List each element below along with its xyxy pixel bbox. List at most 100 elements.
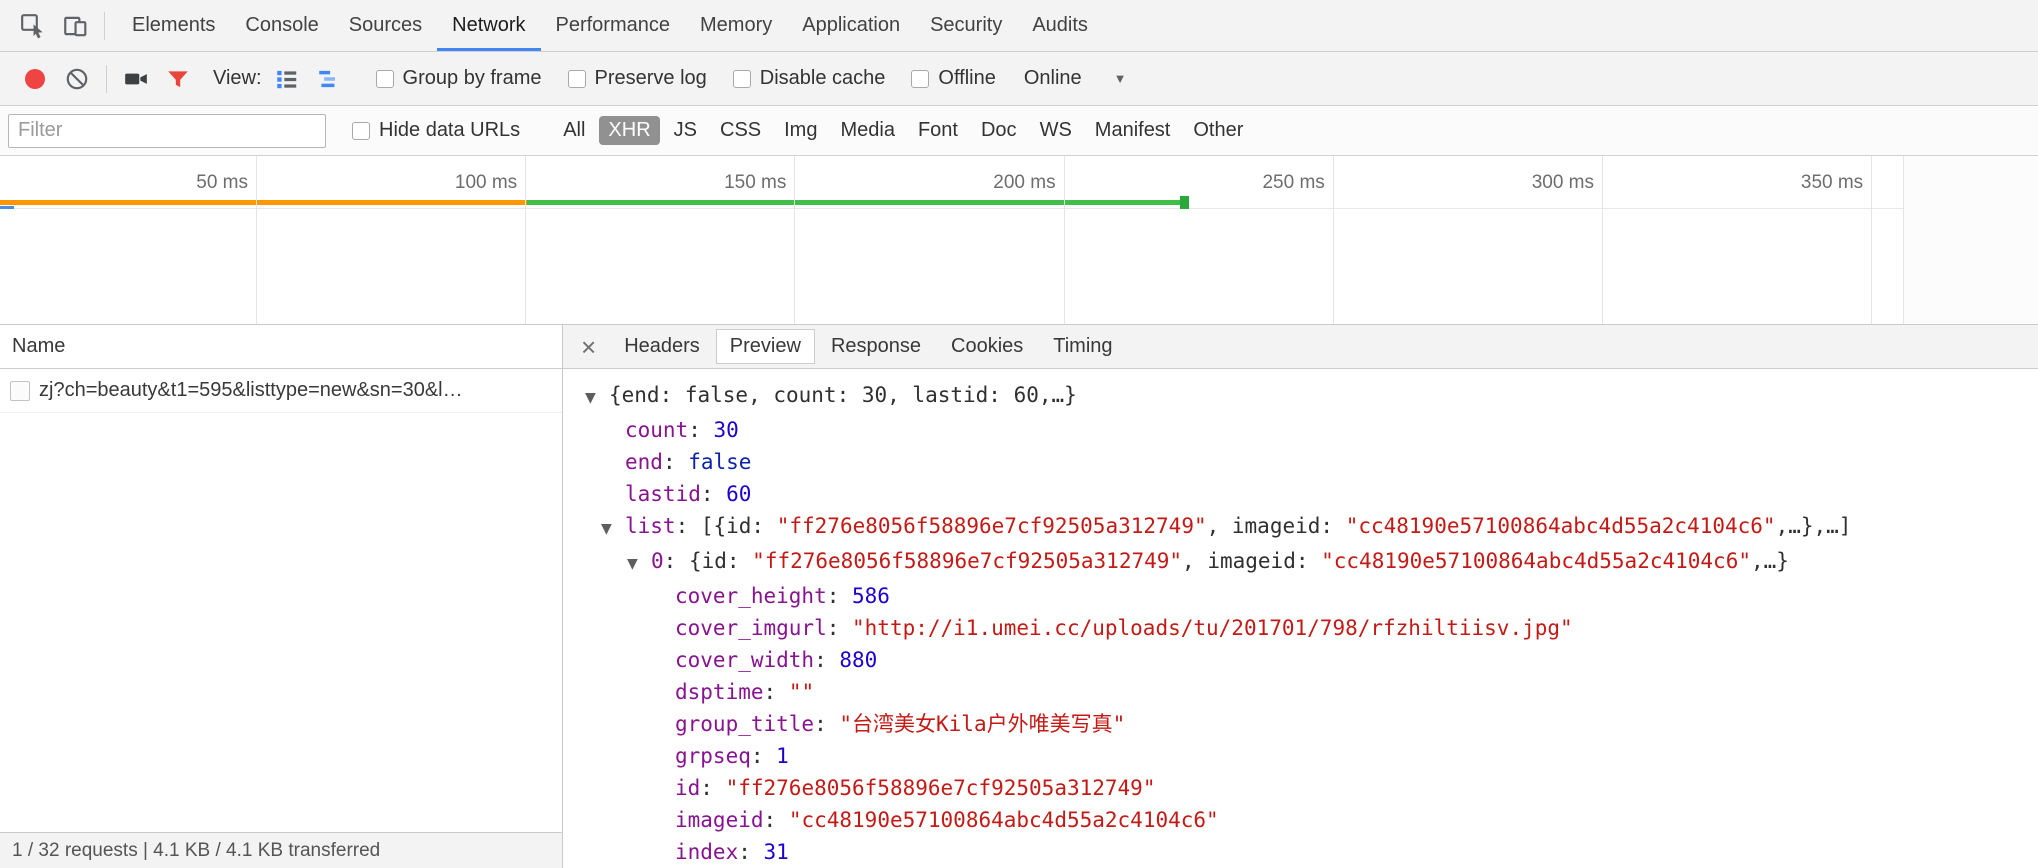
filter-type-doc[interactable]: Doc [972,116,1026,145]
tab-console[interactable]: Console [230,0,333,51]
checkbox-box[interactable] [352,122,370,140]
overview-bar-end-tick [1180,196,1189,209]
tree-row[interactable]: group_title: "台湾美女Kila户外唯美写真" [563,708,2038,740]
filter-type-ws[interactable]: WS [1031,116,1081,145]
expand-arrow-icon[interactable]: ▼ [601,513,625,545]
filter-input[interactable] [8,114,326,148]
tree-row[interactable]: imageid: "cc48190e57100864abc4d55a2c4104… [563,804,2038,836]
close-details-button[interactable]: × [569,327,608,367]
json-plain: : [814,712,839,736]
json-plain: : [738,840,763,864]
json-key: dsptime [675,680,764,704]
clear-icon [64,66,90,92]
filter-type-media[interactable]: Media [831,116,903,145]
checkbox-box[interactable] [376,70,394,88]
filter-button[interactable] [157,58,199,100]
json-plain: ,…},…] [1776,514,1852,538]
json-str: "cc48190e57100864abc4d55a2c4104c6" [1346,514,1776,538]
tab-memory[interactable]: Memory [685,0,787,51]
toolbar-divider [106,65,107,93]
tree-row[interactable]: grpseq: 1 [563,740,2038,772]
overview-toggle[interactable] [308,58,350,100]
checkbox-label: Group by frame [403,67,542,90]
detail-tab-headers[interactable]: Headers [610,329,714,364]
checkbox-hide-data-urls[interactable]: Hide data URLs [352,119,520,142]
json-str: "ff276e8056f58896e7cf92505a312749" [777,514,1207,538]
tab-sources[interactable]: Sources [334,0,437,51]
throttling-value: Online [1024,67,1082,90]
large-rows-toggle[interactable] [266,58,308,100]
tree-row[interactable]: dsptime: "" [563,676,2038,708]
device-toolbar-button[interactable] [54,5,96,47]
detail-tab-response[interactable]: Response [817,329,935,364]
details-pane: × HeadersPreviewResponseCookiesTiming ▼{… [563,325,2038,868]
checkbox-disable-cache[interactable]: Disable cache [733,67,886,90]
filter-type-css[interactable]: CSS [711,116,770,145]
tree-row[interactable]: count: 30 [563,414,2038,446]
detail-tab-timing[interactable]: Timing [1039,329,1126,364]
filter-type-all[interactable]: All [554,116,594,145]
tree-row[interactable]: lastid: 60 [563,478,2038,510]
tab-elements[interactable]: Elements [117,0,230,51]
timeline-overview[interactable]: 50 ms100 ms150 ms200 ms250 ms300 ms350 m… [0,156,2038,325]
tab-performance[interactable]: Performance [541,0,686,51]
toolbar-checkboxes: Group by frame Preserve log Disable cache O… [350,67,996,90]
json-plain: : [814,648,839,672]
overview-bar-blue [0,206,14,209]
tree-row[interactable]: ▼{end: false, count: 30, lastid: 60,…} [563,379,2038,414]
filter-type-other[interactable]: Other [1184,116,1252,145]
filter-type-js[interactable]: JS [665,116,706,145]
tree-row[interactable]: cover_height: 586 [563,580,2038,612]
filter-type-manifest[interactable]: Manifest [1086,116,1180,145]
camera-icon [123,66,149,92]
tree-row[interactable]: ▼list: [{id: "ff276e8056f58896e7cf92505a… [563,510,2038,545]
inspect-element-button[interactable] [12,5,54,47]
clear-button[interactable] [56,58,98,100]
main-tabs: ElementsConsoleSourcesNetworkPerformance… [117,0,1103,51]
json-key: cover_width [675,648,814,672]
filter-type-font[interactable]: Font [909,116,967,145]
detail-tab-preview[interactable]: Preview [716,329,815,364]
tab-application[interactable]: Application [787,0,915,51]
json-plain: : [827,584,852,608]
view-label: View: [213,67,262,90]
capture-screenshots-button[interactable] [115,58,157,100]
checkbox-group-by-frame[interactable]: Group by frame [376,67,542,90]
checkbox-preserve-log[interactable]: Preserve log [568,67,707,90]
expand-arrow-icon[interactable]: ▼ [585,382,609,414]
json-plain: : [{id: [676,514,777,538]
checkbox-box[interactable] [911,70,929,88]
tab-audits[interactable]: Audits [1017,0,1103,51]
tree-row[interactable]: ▼0: {id: "ff276e8056f58896e7cf92505a3127… [563,545,2038,580]
filter-type-img[interactable]: Img [775,116,826,145]
list-view-icon [274,66,300,92]
json-key: index [675,840,738,864]
tree-row[interactable]: index: 31 [563,836,2038,868]
checkbox-offline[interactable]: Offline [911,67,995,90]
tree-row[interactable]: cover_width: 880 [563,644,2038,676]
tree-row[interactable]: cover_imgurl: "http://i1.umei.cc/uploads… [563,612,2038,644]
detail-tab-cookies[interactable]: Cookies [937,329,1037,364]
tab-network[interactable]: Network [437,0,540,51]
json-plain: , imageid: [1207,514,1346,538]
request-row[interactable]: zj?ch=beauty&t1=595&listtype=new&sn=30&l… [0,369,562,413]
record-button[interactable] [14,58,56,100]
filter-type-xhr[interactable]: XHR [599,116,659,145]
throttling-select[interactable]: Online ▼ [1024,67,1127,90]
checkbox-box[interactable] [568,70,586,88]
checkbox-box[interactable] [733,70,751,88]
tree-row[interactable]: end: false [563,446,2038,478]
json-plain: : [663,450,688,474]
json-key: group_title [675,712,814,736]
name-column-header[interactable]: Name [0,325,562,369]
waterfall-icon [316,66,342,92]
tree-row[interactable]: id: "ff276e8056f58896e7cf92505a312749" [563,772,2038,804]
funnel-icon [165,66,191,92]
devtools-window: ElementsConsoleSourcesNetworkPerformance… [0,0,2038,868]
json-str: "ff276e8056f58896e7cf92505a312749" [752,549,1182,573]
json-key: cover_height [675,584,827,608]
expand-arrow-icon[interactable]: ▼ [627,548,651,580]
overview-bar-orange [0,200,527,205]
tab-security[interactable]: Security [915,0,1017,51]
json-num: 60 [726,482,751,506]
